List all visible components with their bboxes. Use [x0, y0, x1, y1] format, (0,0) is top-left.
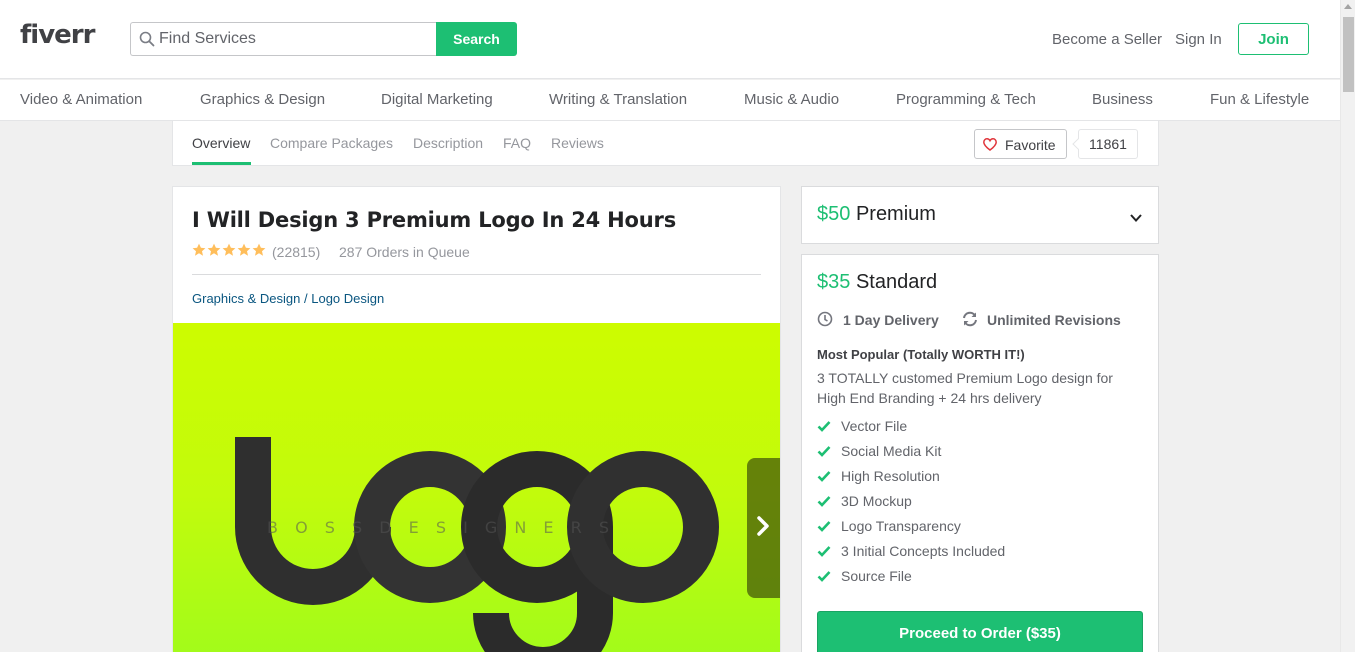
premium-price: $50: [817, 203, 851, 225]
premium-header: $50 Premium: [817, 203, 936, 226]
feature-label: Social Media Kit: [841, 443, 942, 459]
favorite-count-notch: [1072, 138, 1084, 150]
rating-stars: [192, 243, 266, 257]
chevron-right-icon: [757, 516, 769, 536]
revisions-label: Unlimited Revisions: [987, 312, 1121, 328]
favorite-button[interactable]: Favorite: [974, 129, 1067, 159]
clock-icon: [817, 311, 833, 327]
scroll-up-arrow-icon[interactable]: [1344, 4, 1352, 9]
category-writing-translation[interactable]: Writing & Translation: [549, 91, 687, 108]
star-icon: [207, 243, 221, 256]
gig-subnav: Overview Compare Packages Description FA…: [172, 121, 1159, 166]
scroll-thumb[interactable]: [1343, 17, 1354, 92]
site-header: fiverr Search Become a Seller Sign In Jo…: [0, 0, 1340, 79]
search-bar: Search: [130, 22, 517, 56]
package-description-title: Most Popular (Totally WORTH IT!): [817, 347, 1025, 362]
tab-compare-packages[interactable]: Compare Packages: [270, 135, 393, 151]
standard-price: $35: [817, 271, 851, 293]
become-seller-link[interactable]: Become a Seller: [1052, 31, 1162, 48]
search-button[interactable]: Search: [436, 22, 517, 56]
logo-artwork: B O S S D E S I G N E R S: [235, 437, 719, 652]
star-icon: [252, 243, 266, 256]
category-digital-marketing[interactable]: Digital Marketing: [381, 91, 493, 108]
heart-icon: [983, 138, 997, 151]
gallery-next-button[interactable]: [747, 458, 780, 598]
proceed-to-order-button[interactable]: Proceed to Order ($35): [817, 611, 1143, 652]
favorite-label: Favorite: [1005, 137, 1056, 153]
breadcrumb-subcategory-link[interactable]: Logo Design: [311, 291, 384, 306]
fiverr-logo[interactable]: fiverr: [20, 20, 95, 50]
feature-label: Vector File: [841, 418, 908, 434]
gig-title: I Will Design 3 Premium Logo In 24 Hours: [192, 208, 676, 232]
category-graphics-design[interactable]: Graphics & Design: [200, 91, 325, 108]
package-description: 3 TOTALLY customed Premium Logo design f…: [817, 370, 1113, 406]
delivery-time: 1 Day Delivery: [817, 311, 947, 329]
active-tab-indicator: [192, 162, 251, 165]
search-field: [130, 22, 437, 56]
check-icon: [817, 571, 831, 582]
breadcrumb-category-link[interactable]: Graphics & Design: [192, 291, 300, 306]
tab-faq[interactable]: FAQ: [503, 135, 531, 151]
tab-overview[interactable]: Overview: [192, 135, 250, 151]
feature-label: 3 Initial Concepts Included: [841, 543, 1006, 559]
feature-label: Logo Transparency: [841, 518, 961, 534]
category-music-audio[interactable]: Music & Audio: [744, 91, 839, 108]
rating-count[interactable]: (22815): [272, 244, 320, 260]
image-tagline: B O S S D E S I G N E R S: [267, 518, 615, 537]
check-icon: [817, 496, 831, 507]
standard-name: Standard: [855, 271, 938, 293]
check-icon: [817, 471, 831, 482]
check-icon: [817, 521, 831, 532]
category-fun-lifestyle[interactable]: Fun & Lifestyle: [1210, 91, 1309, 108]
star-icon: [222, 243, 236, 256]
breadcrumb: Graphics & Design / Logo Design: [192, 291, 384, 306]
category-nav: Video & Animation Graphics & Design Digi…: [0, 80, 1340, 121]
star-icon: [237, 243, 251, 256]
page-scrollbar[interactable]: [1340, 0, 1355, 652]
favorite-count: 11861: [1072, 129, 1138, 159]
feature-label: Source File: [841, 568, 912, 584]
check-icon: [817, 546, 831, 557]
divider: [192, 274, 761, 275]
breadcrumb-separator: /: [300, 291, 312, 306]
chevron-down-icon[interactable]: [1129, 213, 1143, 223]
check-icon: [817, 446, 831, 457]
package-premium[interactable]: $50 Premium: [801, 186, 1159, 244]
refresh-icon: [963, 311, 977, 327]
star-icon: [192, 243, 206, 256]
delivery-label: 1 Day Delivery: [843, 312, 939, 328]
premium-name: Premium: [855, 203, 936, 225]
sign-in-link[interactable]: Sign In: [1175, 31, 1222, 48]
category-programming-tech[interactable]: Programming & Tech: [896, 91, 1036, 108]
tab-description[interactable]: Description: [413, 135, 483, 151]
category-video-animation[interactable]: Video & Animation: [20, 91, 142, 108]
feature-label: 3D Mockup: [841, 493, 912, 509]
standard-header: $35 Standard: [817, 271, 937, 294]
gig-overview-card: I Will Design 3 Premium Logo In 24 Hours…: [172, 186, 781, 652]
join-button[interactable]: Join: [1238, 23, 1309, 55]
tab-reviews[interactable]: Reviews: [551, 135, 604, 151]
search-icon: [139, 31, 155, 47]
revisions: Unlimited Revisions: [961, 311, 1141, 329]
search-input[interactable]: [159, 23, 434, 55]
check-icon: [817, 421, 831, 432]
favorite-count-value: 11861: [1089, 136, 1127, 152]
feature-label: High Resolution: [841, 468, 940, 484]
orders-in-queue: 287 Orders in Queue: [339, 244, 470, 260]
category-business[interactable]: Business: [1092, 91, 1153, 108]
package-standard: $35 Standard 1 Day Delivery Unlimited Re…: [801, 254, 1159, 652]
gig-gallery-image[interactable]: B O S S D E S I G N E R S: [173, 323, 780, 652]
